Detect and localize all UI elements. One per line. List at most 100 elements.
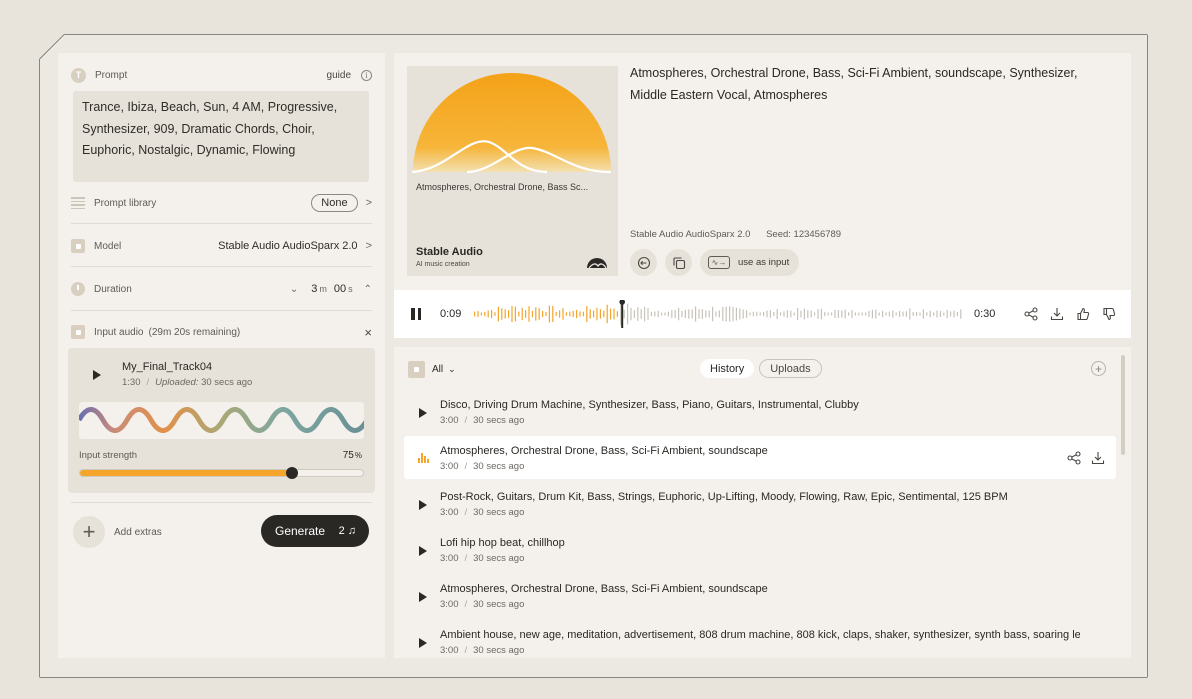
history-item-title: Post-Rock, Guitars, Drum Kit, Bass, Stri… xyxy=(440,491,1008,503)
waveform-bar xyxy=(535,307,537,321)
play-icon[interactable] xyxy=(93,370,101,380)
cover-subtitle: AI music creation xyxy=(416,261,470,268)
duration-seconds[interactable]: 00 xyxy=(334,283,346,295)
chevron-right-icon[interactable]: > xyxy=(366,240,372,252)
history-item[interactable]: Lofi hip hop beat, chillhop 3:00/30 secs… xyxy=(404,528,1116,571)
play-icon[interactable] xyxy=(419,408,427,418)
pause-icon[interactable] xyxy=(411,308,421,320)
play-icon[interactable] xyxy=(419,592,427,602)
waveform-bar xyxy=(474,311,476,317)
waveform-bar xyxy=(521,307,523,321)
waveform-bar xyxy=(518,311,520,317)
waveform-bar xyxy=(613,308,615,320)
track-title: Atmospheres, Orchestral Drone, Bass, Sci… xyxy=(630,66,1078,102)
waveform-bar xyxy=(868,311,870,317)
history-item[interactable]: Ambient house, new age, meditation, adve… xyxy=(404,620,1116,658)
waveform-bar xyxy=(497,306,499,322)
waveform-bar xyxy=(888,311,890,317)
prompt-input[interactable]: Trance, Ibiza, Beach, Sun, 4 AM, Progres… xyxy=(73,91,369,182)
history-item[interactable]: Disco, Driving Drum Machine, Synthesizer… xyxy=(404,390,1116,433)
waveform-bar xyxy=(739,308,741,320)
history-item-playing[interactable]: Atmospheres, Orchestral Drone, Bass, Sci… xyxy=(404,436,1116,479)
waveform-bar xyxy=(484,311,486,317)
waveform-icon xyxy=(71,325,85,339)
waveform-bar xyxy=(647,308,649,320)
chevron-down-icon[interactable]: ⌄ xyxy=(290,284,298,295)
waveform-bar xyxy=(494,312,496,316)
waveform-bar xyxy=(912,312,914,316)
waveform-bar xyxy=(667,311,669,317)
waveform-bar xyxy=(562,308,564,320)
waveform-bar xyxy=(953,310,955,318)
waveform-bar xyxy=(644,306,646,322)
duration-control: ⌄ 3m 00 s ⌃ xyxy=(290,283,372,295)
waveform-bar xyxy=(831,312,833,316)
history-item[interactable]: Atmospheres, Orchestral Drone, Bass, Sci… xyxy=(404,574,1116,617)
player-actions xyxy=(1022,305,1126,323)
play-icon[interactable] xyxy=(419,500,427,510)
history-item-title: Atmospheres, Orchestral Drone, Bass, Sci… xyxy=(440,445,768,457)
player-waveform[interactable] xyxy=(474,300,964,328)
model-value[interactable]: Stable Audio AudioSparx 2.0 xyxy=(218,240,357,252)
thumbs-up-icon[interactable] xyxy=(1074,305,1092,323)
filter-dropdown[interactable]: All ⌄ xyxy=(408,361,456,378)
chevron-down-icon: ⌄ xyxy=(448,364,456,374)
reuse-button[interactable] xyxy=(630,249,657,276)
divider xyxy=(71,310,372,311)
input-strength-slider[interactable] xyxy=(79,467,364,479)
copy-button[interactable] xyxy=(665,249,692,276)
tab-history[interactable]: History xyxy=(700,359,755,378)
add-icon[interactable]: + xyxy=(1091,361,1106,376)
waveform-bar xyxy=(800,310,802,318)
waveform-bar xyxy=(504,309,506,319)
chevron-right-icon[interactable]: > xyxy=(366,197,372,209)
info-icon[interactable]: i xyxy=(361,69,372,81)
waveform-bar xyxy=(922,309,924,319)
history-item-meta: 3:00/30 secs ago xyxy=(440,461,525,472)
waveform-bar xyxy=(956,311,958,317)
slider-thumb[interactable] xyxy=(286,467,299,479)
chevron-up-icon[interactable]: ⌃ xyxy=(364,284,372,295)
input-audio-remaining: (29m 20s remaining) xyxy=(148,326,241,338)
waveform-bar xyxy=(688,309,690,319)
scrollbar[interactable] xyxy=(1121,355,1125,455)
play-icon[interactable] xyxy=(419,546,427,556)
download-icon[interactable] xyxy=(1090,450,1106,466)
model-icon xyxy=(71,239,85,253)
plus-icon[interactable]: + xyxy=(73,516,105,548)
waveform-graphic xyxy=(79,407,364,433)
share-icon[interactable] xyxy=(1022,305,1040,323)
prompt-library-row[interactable]: Prompt library None > xyxy=(71,192,372,214)
waveform-bar xyxy=(950,311,952,317)
share-icon[interactable] xyxy=(1066,450,1082,466)
close-icon[interactable]: × xyxy=(364,325,372,340)
waveform-bar xyxy=(820,308,822,320)
download-icon[interactable] xyxy=(1048,305,1066,323)
use-as-input-button[interactable]: ∿→ use as input xyxy=(700,249,800,276)
waveform-bar xyxy=(786,310,788,318)
prompt-library-label: Prompt library xyxy=(94,197,157,209)
duration-minutes[interactable]: 3 xyxy=(311,283,317,295)
track-detail-panel: Atmospheres, Orchestral Drone, Bass Sc..… xyxy=(394,53,1131,338)
prompt-library-value[interactable]: None xyxy=(311,194,358,212)
tab-uploads[interactable]: Uploads xyxy=(759,359,822,378)
track-seed: Seed: 123456789 xyxy=(766,229,842,240)
waveform-bar xyxy=(729,306,731,322)
guide-link[interactable]: guide xyxy=(327,70,351,81)
total-time: 0:30 xyxy=(974,308,996,320)
history-item[interactable]: Post-Rock, Guitars, Drum Kit, Bass, Stri… xyxy=(404,482,1116,525)
thumbs-down-icon[interactable] xyxy=(1100,305,1118,323)
waveform-bar xyxy=(610,308,612,320)
waveform-bar xyxy=(623,309,625,319)
play-icon[interactable] xyxy=(419,638,427,648)
generate-button[interactable]: Generate 2 ♫ xyxy=(261,515,369,547)
sunset-artwork xyxy=(411,73,612,174)
copy-icon xyxy=(672,256,685,269)
waveform-bar xyxy=(899,311,901,317)
waveform-bar xyxy=(797,307,799,321)
history-item-meta: 3:00/30 secs ago xyxy=(440,599,525,610)
add-extras-button[interactable]: + Add extras xyxy=(73,516,162,548)
model-row[interactable]: Model Stable Audio AudioSparx 2.0 > xyxy=(71,235,372,257)
waveform-bar xyxy=(905,311,907,317)
use-as-input-label: use as input xyxy=(738,257,790,268)
